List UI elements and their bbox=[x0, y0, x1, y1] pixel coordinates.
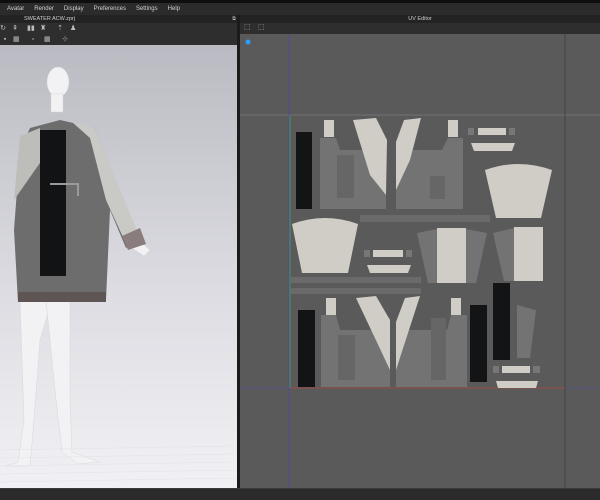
menu-preferences[interactable]: Preferences bbox=[89, 6, 131, 12]
avatar-garment-render bbox=[0, 66, 238, 483]
move-garment-icon[interactable]: ⇡ bbox=[57, 25, 63, 32]
uv-indicator-icon bbox=[245, 39, 251, 45]
rotate-icon[interactable]: ↻ bbox=[0, 25, 6, 32]
uv-select-icon[interactable]: ⬚ bbox=[244, 24, 251, 31]
pin-icon[interactable]: ⊹ bbox=[62, 36, 68, 43]
texture-alt-icon[interactable]: ▫ bbox=[30, 36, 36, 43]
menu-display[interactable]: Display bbox=[59, 6, 89, 12]
3d-window-title: SWEATER ACW.zprj bbox=[0, 15, 238, 23]
uv-editor-title: UV Editor bbox=[240, 15, 600, 23]
menu-settings[interactable]: Settings bbox=[131, 6, 163, 12]
menu-render[interactable]: Render bbox=[29, 6, 59, 12]
uv-layout bbox=[240, 34, 600, 488]
uv-toolbar: ⬚ ⬚ bbox=[240, 23, 600, 34]
menu-bar: Avatar Render Display Preferences Settin… bbox=[0, 3, 600, 15]
status-bar bbox=[0, 488, 600, 500]
3d-toolbar: ↻ ⇞ ▮▮ ♜ ⇡ ♟ ▪ ▦ ▫ ▦ ⊹ bbox=[0, 23, 238, 45]
avatar-icon[interactable]: ♟ bbox=[70, 25, 76, 32]
pattern-icon[interactable]: ▦ bbox=[44, 36, 51, 43]
uv-pieces bbox=[291, 118, 552, 388]
view-icon[interactable]: ▪ bbox=[2, 36, 8, 43]
sweater bbox=[14, 120, 146, 302]
uv-transform-icon[interactable]: ⬚ bbox=[258, 24, 265, 31]
texture-icon[interactable]: ▦ bbox=[13, 36, 20, 43]
uv-canvas[interactable] bbox=[240, 34, 600, 488]
menu-help[interactable]: Help bbox=[163, 6, 185, 12]
menu-avatar[interactable]: Avatar bbox=[2, 6, 29, 12]
3d-viewport[interactable] bbox=[0, 45, 238, 488]
shirt-icon[interactable]: ♜ bbox=[40, 25, 46, 32]
floor-grid bbox=[0, 445, 238, 483]
pair-icon[interactable]: ▮▮ bbox=[27, 25, 35, 32]
garment-icon[interactable]: ⇞ bbox=[12, 25, 18, 32]
